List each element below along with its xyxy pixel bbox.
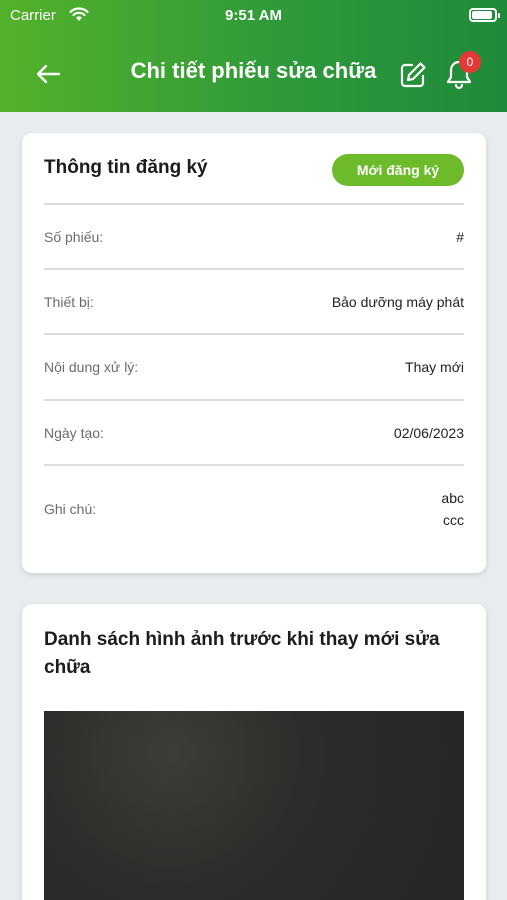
device-value: Bảo dưỡng máy phát [331,294,464,310]
note-label: Ghi chú: [44,501,97,517]
content-label: Nội dung xử lý: [44,359,139,375]
created-date-label: Ngày tạo: [44,425,104,441]
device-label: Thiết bị: [44,294,94,310]
registration-title: Thông tin đăng ký [44,157,208,178]
divider [44,333,464,335]
images-section-title: Danh sách hình ảnh trước khi thay mới sử… [44,629,440,678]
before-repair-photo[interactable] [44,711,464,900]
edit-icon[interactable] [398,60,428,90]
registration-card: Thông tin đăng ký Mới đăng ký Số phiếu: … [22,133,486,573]
note-value-line2: ccc [443,512,464,528]
divider [44,464,464,466]
ticket-number-value: # [456,229,464,245]
divider [44,203,464,205]
divider [44,399,464,401]
note-value-line1: abc [441,490,464,506]
divider [44,268,464,270]
created-date-value: 02/06/2023 [393,425,464,441]
content-value: Thay mới [405,359,464,375]
app-header: Carrier 9:51 AM Chi tiết phiếu sửa chữa … [0,0,507,112]
status-badge[interactable]: Mới đăng ký [332,154,464,186]
clock: 9:51 AM [225,7,282,24]
ticket-number-label: Số phiếu: [44,229,104,245]
images-card: Danh sách hình ảnh trước khi thay mới sử… [22,604,486,900]
status-bar: Carrier 9:51 AM [0,0,507,32]
notification-badge: 0 [459,51,481,73]
battery-icon [469,8,500,22]
page-title: Chi tiết phiếu sửa chữa [130,58,377,83]
